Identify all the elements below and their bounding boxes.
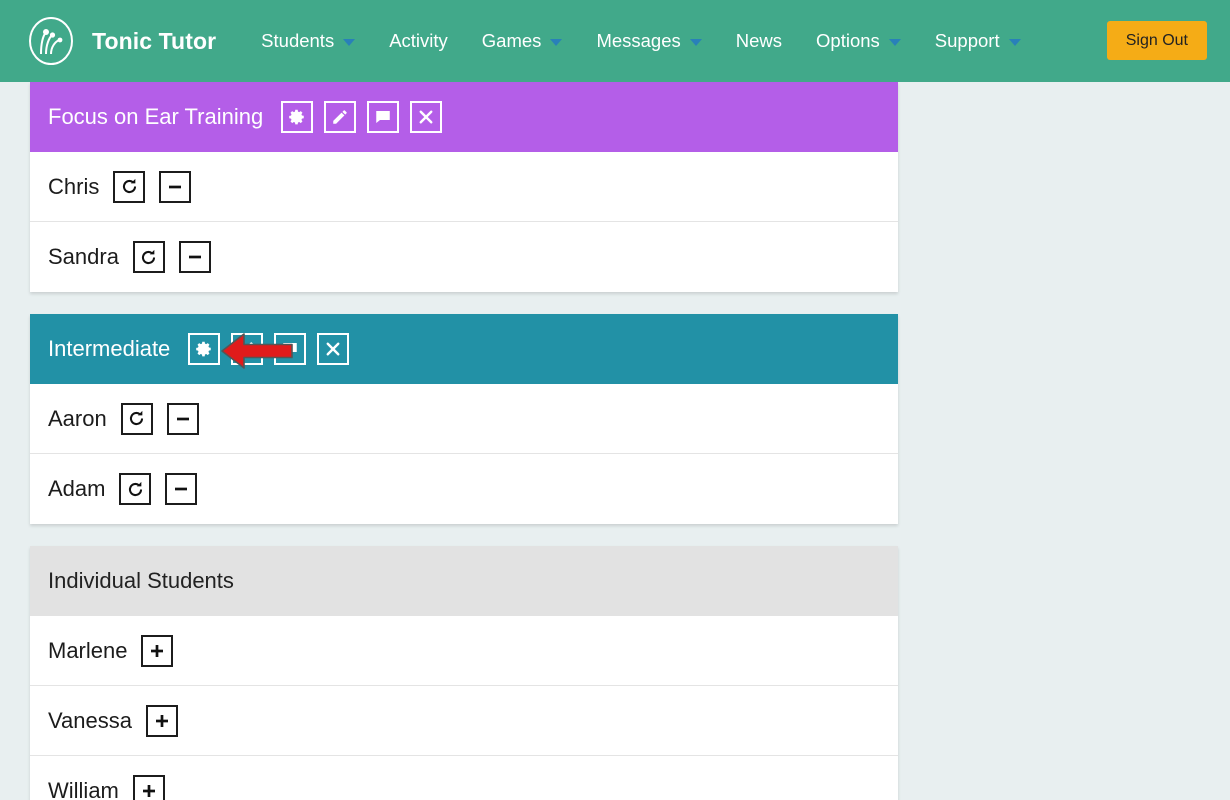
- minus-icon: [166, 178, 184, 196]
- group-card-individual-students: Individual Students Marlene Vanessa: [30, 546, 898, 800]
- student-refresh-button[interactable]: [133, 241, 165, 273]
- refresh-icon: [120, 177, 139, 196]
- student-name: William: [48, 778, 119, 800]
- nav-label-activity: Activity: [389, 30, 448, 52]
- student-refresh-button[interactable]: [119, 473, 151, 505]
- group-header-focus-on-ear-training: Focus on Ear Training: [30, 82, 898, 152]
- minus-icon: [174, 410, 192, 428]
- student-name: Vanessa: [48, 708, 132, 734]
- nav-label-news: News: [736, 30, 782, 52]
- student-row-william: William: [30, 756, 898, 800]
- group-title: Intermediate: [48, 336, 170, 362]
- pencil-icon: [331, 108, 349, 126]
- nav-item-messages[interactable]: Messages: [579, 0, 718, 82]
- group-title: Individual Students: [48, 568, 234, 594]
- close-x-icon: [417, 108, 435, 126]
- comment-icon: [374, 108, 392, 126]
- group-edit-button[interactable]: [231, 333, 263, 365]
- comment-icon: [281, 340, 299, 358]
- student-refresh-button[interactable]: [113, 171, 145, 203]
- student-add-button[interactable]: [141, 635, 173, 667]
- nav-label-messages: Messages: [596, 30, 680, 52]
- student-name: Sandra: [48, 244, 119, 270]
- brand-title: Tonic Tutor: [92, 28, 216, 55]
- top-navbar: Tonic Tutor Students Activity Games Mess…: [0, 0, 1230, 82]
- tonic-tutor-logo-icon: [26, 16, 76, 66]
- nav-item-news[interactable]: News: [719, 0, 799, 82]
- student-add-button[interactable]: [133, 775, 165, 800]
- student-refresh-button[interactable]: [121, 403, 153, 435]
- student-name: Marlene: [48, 638, 127, 664]
- chevron-down-icon: [690, 39, 702, 46]
- student-remove-button[interactable]: [165, 473, 197, 505]
- student-remove-button[interactable]: [179, 241, 211, 273]
- group-card-intermediate: Intermediate: [30, 314, 898, 524]
- student-add-button[interactable]: [146, 705, 178, 737]
- student-row-adam: Adam: [30, 454, 898, 524]
- nav-label-options: Options: [816, 30, 880, 52]
- student-row-vanessa: Vanessa: [30, 686, 898, 756]
- student-row-chris: Chris: [30, 152, 898, 222]
- refresh-icon: [126, 480, 145, 499]
- nav-label-support: Support: [935, 30, 1000, 52]
- student-row-aaron: Aaron: [30, 384, 898, 454]
- gear-icon: [288, 108, 306, 126]
- student-name: Chris: [48, 174, 99, 200]
- chevron-down-icon: [1009, 39, 1021, 46]
- group-actions: [188, 333, 349, 365]
- sign-out-button[interactable]: Sign Out: [1107, 21, 1207, 60]
- minus-icon: [186, 248, 204, 266]
- nav-links: Students Activity Games Messages News Op…: [244, 0, 1037, 82]
- group-delete-button[interactable]: [410, 101, 442, 133]
- plus-icon: [148, 642, 166, 660]
- student-remove-button[interactable]: [167, 403, 199, 435]
- group-card-focus-on-ear-training: Focus on Ear Training: [30, 82, 898, 292]
- group-delete-button[interactable]: [317, 333, 349, 365]
- nav-item-options[interactable]: Options: [799, 0, 918, 82]
- student-row-marlene: Marlene: [30, 616, 898, 686]
- nav-label-games: Games: [482, 30, 542, 52]
- student-row-sandra: Sandra: [30, 222, 898, 292]
- nav-item-students[interactable]: Students: [244, 0, 372, 82]
- group-message-button[interactable]: [274, 333, 306, 365]
- refresh-icon: [139, 248, 158, 267]
- group-settings-button[interactable]: [281, 101, 313, 133]
- nav-item-activity[interactable]: Activity: [372, 0, 465, 82]
- student-name: Adam: [48, 476, 105, 502]
- group-actions: [281, 101, 442, 133]
- plus-icon: [153, 712, 171, 730]
- group-settings-button[interactable]: [188, 333, 220, 365]
- plus-icon: [140, 782, 158, 800]
- brand-link[interactable]: Tonic Tutor: [26, 16, 216, 66]
- student-name: Aaron: [48, 406, 107, 432]
- group-header-intermediate: Intermediate: [30, 314, 898, 384]
- group-title: Focus on Ear Training: [48, 104, 263, 130]
- nav-label-students: Students: [261, 30, 334, 52]
- nav-item-support[interactable]: Support: [918, 0, 1038, 82]
- group-message-button[interactable]: [367, 101, 399, 133]
- chevron-down-icon: [550, 39, 562, 46]
- refresh-icon: [127, 409, 146, 428]
- chevron-down-icon: [343, 39, 355, 46]
- minus-icon: [172, 480, 190, 498]
- gear-icon: [195, 340, 213, 358]
- chevron-down-icon: [889, 39, 901, 46]
- group-edit-button[interactable]: [324, 101, 356, 133]
- close-x-icon: [324, 340, 342, 358]
- group-header-individual-students: Individual Students: [30, 546, 898, 616]
- student-groups-list: Focus on Ear Training: [0, 82, 1230, 800]
- student-remove-button[interactable]: [159, 171, 191, 203]
- pencil-icon: [238, 340, 256, 358]
- nav-item-games[interactable]: Games: [465, 0, 580, 82]
